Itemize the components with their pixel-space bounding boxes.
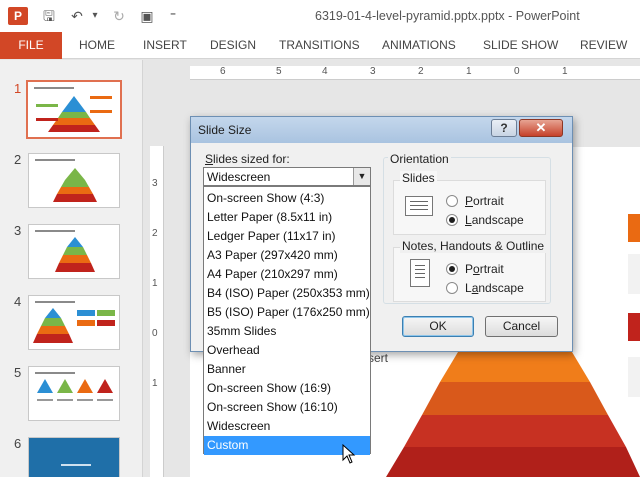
dropdown-option[interactable]: Banner bbox=[204, 360, 370, 379]
dropdown-option[interactable]: Widescreen bbox=[204, 417, 370, 436]
mouse-pointer-icon bbox=[342, 444, 356, 464]
selected-size-value: Widescreen bbox=[207, 170, 271, 184]
save-icon[interactable]: 🖫 bbox=[40, 7, 58, 25]
ruler-number: 1 bbox=[466, 66, 472, 77]
slides-portrait-label: Portrait bbox=[465, 194, 504, 208]
powerpoint-logo-icon: P bbox=[8, 7, 28, 25]
tab-home[interactable]: HOME bbox=[79, 32, 115, 59]
slide-thumbnail-6[interactable] bbox=[28, 437, 120, 477]
slide-number: 1 bbox=[14, 81, 22, 96]
ruler-number: 0 bbox=[152, 328, 158, 339]
slide-size-dropdown-list: On-screen Show (4:3) Letter Paper (8.5x1… bbox=[203, 186, 371, 455]
ruler-number: 1 bbox=[562, 66, 568, 77]
orientation-label: Orientation bbox=[388, 152, 451, 166]
chevron-down-icon[interactable]: ▾ bbox=[86, 7, 104, 25]
notes-landscape-label: Landscape bbox=[465, 281, 524, 295]
slides-orientation-label: Slides bbox=[400, 171, 437, 185]
pyramid-thumbnail-graphic bbox=[53, 168, 97, 202]
slide-number: 3 bbox=[14, 223, 22, 238]
dropdown-option[interactable]: 35mm Slides bbox=[204, 322, 370, 341]
ruler-number: 3 bbox=[370, 66, 376, 77]
notes-portrait-label: Portrait bbox=[465, 262, 504, 276]
slides-portrait-radio[interactable] bbox=[446, 195, 458, 207]
ruler-number: 3 bbox=[152, 178, 158, 189]
cancel-button[interactable]: Cancel bbox=[485, 316, 558, 337]
dropdown-option[interactable]: On-screen Show (16:10) bbox=[204, 398, 370, 417]
help-button[interactable]: ? bbox=[491, 119, 517, 137]
dropdown-option[interactable]: B4 (ISO) Paper (250x353 mm) bbox=[204, 284, 370, 303]
ruler-number: 2 bbox=[152, 228, 158, 239]
slide-number: 4 bbox=[14, 294, 22, 309]
ruler-number: 5 bbox=[276, 66, 282, 77]
pyramid-thumbnail-graphic bbox=[36, 96, 112, 132]
notes-portrait-radio[interactable] bbox=[446, 263, 458, 275]
tab-insert[interactable]: INSERT bbox=[143, 32, 187, 59]
dropdown-option[interactable]: On-screen Show (16:9) bbox=[204, 379, 370, 398]
tab-slide-show[interactable]: SLIDE SHOW bbox=[483, 32, 558, 59]
ribbon-tabs: FILE HOME INSERT DESIGN TRANSITIONS ANIM… bbox=[0, 32, 640, 59]
undo-icon[interactable]: ↶ bbox=[68, 7, 86, 25]
pyramid-thumbnail-graphic bbox=[37, 379, 113, 401]
close-button[interactable]: ✕ bbox=[519, 119, 563, 137]
ruler-number: 1 bbox=[152, 278, 158, 289]
dialog-title: Slide Size bbox=[198, 123, 252, 137]
portrait-page-icon bbox=[410, 259, 430, 287]
slide-thumbnail-3[interactable] bbox=[28, 224, 120, 279]
dialog-title-bar: Slide Size ? ✕ bbox=[191, 117, 572, 143]
slides-sized-for-label: Slides sized for: bbox=[205, 152, 290, 166]
ruler-number: 1 bbox=[152, 378, 158, 389]
pyramid-thumbnail-graphic bbox=[55, 237, 95, 272]
slide-thumbnail-2[interactable] bbox=[28, 153, 120, 208]
dropdown-option[interactable]: B5 (ISO) Paper (176x250 mm) bbox=[204, 303, 370, 322]
dropdown-option[interactable]: Overhead bbox=[204, 341, 370, 360]
dropdown-option[interactable]: On-screen Show (4:3) bbox=[204, 189, 370, 208]
slide-thumbnail-1[interactable] bbox=[26, 80, 122, 139]
notes-landscape-radio[interactable] bbox=[446, 282, 458, 294]
thumb-title-line bbox=[61, 464, 91, 466]
dropdown-arrow-icon[interactable]: ▼ bbox=[353, 168, 370, 185]
tab-review[interactable]: REVIEW bbox=[580, 32, 627, 59]
notes-orientation-label: Notes, Handouts & Outline bbox=[400, 239, 547, 253]
dropdown-option[interactable]: Ledger Paper (11x17 in) bbox=[204, 227, 370, 246]
redo-icon[interactable]: ↻ bbox=[110, 7, 128, 25]
tab-transitions[interactable]: TRANSITIONS bbox=[279, 32, 360, 59]
slide-number: 5 bbox=[14, 365, 22, 380]
slide-thumbnail-4[interactable] bbox=[28, 295, 120, 350]
horizontal-ruler: 6 5 4 3 2 1 0 1 bbox=[190, 66, 640, 80]
tab-design[interactable]: DESIGN bbox=[210, 32, 256, 59]
ruler-number: 6 bbox=[220, 66, 226, 77]
dropdown-option[interactable]: Letter Paper (8.5x11 in) bbox=[204, 208, 370, 227]
slide-number: 2 bbox=[14, 152, 22, 167]
title-bar: P 🖫 ↶ ▾ ↻ ▣ ⁼ 6319-01-4-level-pyramid.pp… bbox=[0, 0, 640, 32]
slide-thumbnail-5[interactable] bbox=[28, 366, 120, 421]
slides-landscape-radio[interactable] bbox=[446, 214, 458, 226]
vertical-ruler: 3 2 1 0 1 bbox=[150, 146, 164, 477]
document-title: 6319-01-4-level-pyramid.pptx.pptx - Powe… bbox=[315, 9, 580, 23]
ruler-number: 0 bbox=[514, 66, 520, 77]
dropdown-option[interactable]: A3 Paper (297x420 mm) bbox=[204, 246, 370, 265]
slides-landscape-label: Landscape bbox=[465, 213, 524, 227]
pyramid-thumbnail-graphic bbox=[33, 308, 115, 343]
slide-number: 6 bbox=[14, 436, 22, 451]
tab-animations[interactable]: ANIMATIONS bbox=[382, 32, 456, 59]
slideshow-from-start-icon[interactable]: ▣ bbox=[138, 7, 156, 25]
customize-toolbar-icon[interactable]: ⁼ bbox=[164, 7, 182, 25]
ruler-number: 2 bbox=[418, 66, 424, 77]
tab-file[interactable]: FILE bbox=[0, 32, 62, 59]
dropdown-option[interactable]: A4 Paper (210x297 mm) bbox=[204, 265, 370, 284]
ruler-number: 4 bbox=[322, 66, 328, 77]
slides-sized-for-select[interactable]: Widescreen ▼ bbox=[203, 167, 371, 186]
landscape-page-icon bbox=[405, 196, 433, 216]
slide-thumbnails-panel: 1 2 3 4 5 6 bbox=[0, 60, 143, 477]
ok-button[interactable]: OK bbox=[402, 316, 474, 337]
